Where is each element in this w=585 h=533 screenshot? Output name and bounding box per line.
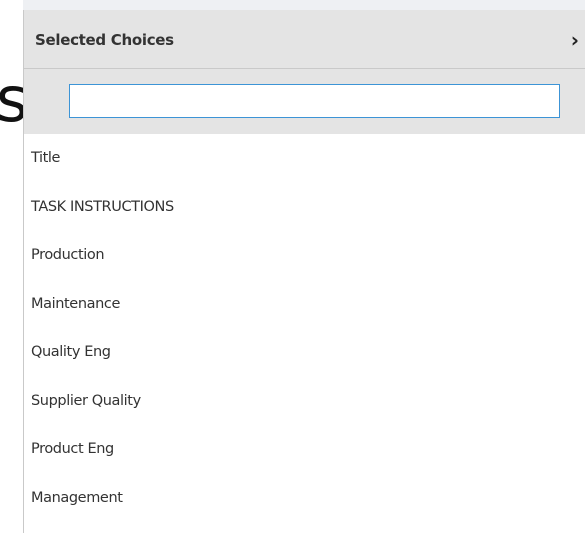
selected-choices-panel: Selected Choices › Title TASK INSTRUCTIO… xyxy=(23,10,585,533)
list-item-quality-eng[interactable]: Quality Eng xyxy=(24,328,585,377)
list-item-maintenance[interactable]: Maintenance xyxy=(24,280,585,329)
search-input[interactable] xyxy=(69,84,560,118)
list-item-task-instructions[interactable]: TASK INSTRUCTIONS xyxy=(24,183,585,232)
top-divider-strip xyxy=(23,0,585,10)
list-item-title[interactable]: Title xyxy=(24,134,585,183)
search-bar xyxy=(24,69,585,134)
list-item-supplier-quality[interactable]: Supplier Quality xyxy=(24,377,585,426)
list-item-product-eng[interactable]: Product Eng xyxy=(24,425,585,474)
panel-title: Selected Choices xyxy=(35,31,174,49)
panel-header: Selected Choices › xyxy=(24,10,585,69)
choices-list: Title TASK INSTRUCTIONS Production Maint… xyxy=(24,134,585,522)
list-item-production[interactable]: Production xyxy=(24,231,585,280)
chevron-right-icon[interactable]: › xyxy=(571,28,579,52)
list-item-management[interactable]: Management xyxy=(24,474,585,523)
